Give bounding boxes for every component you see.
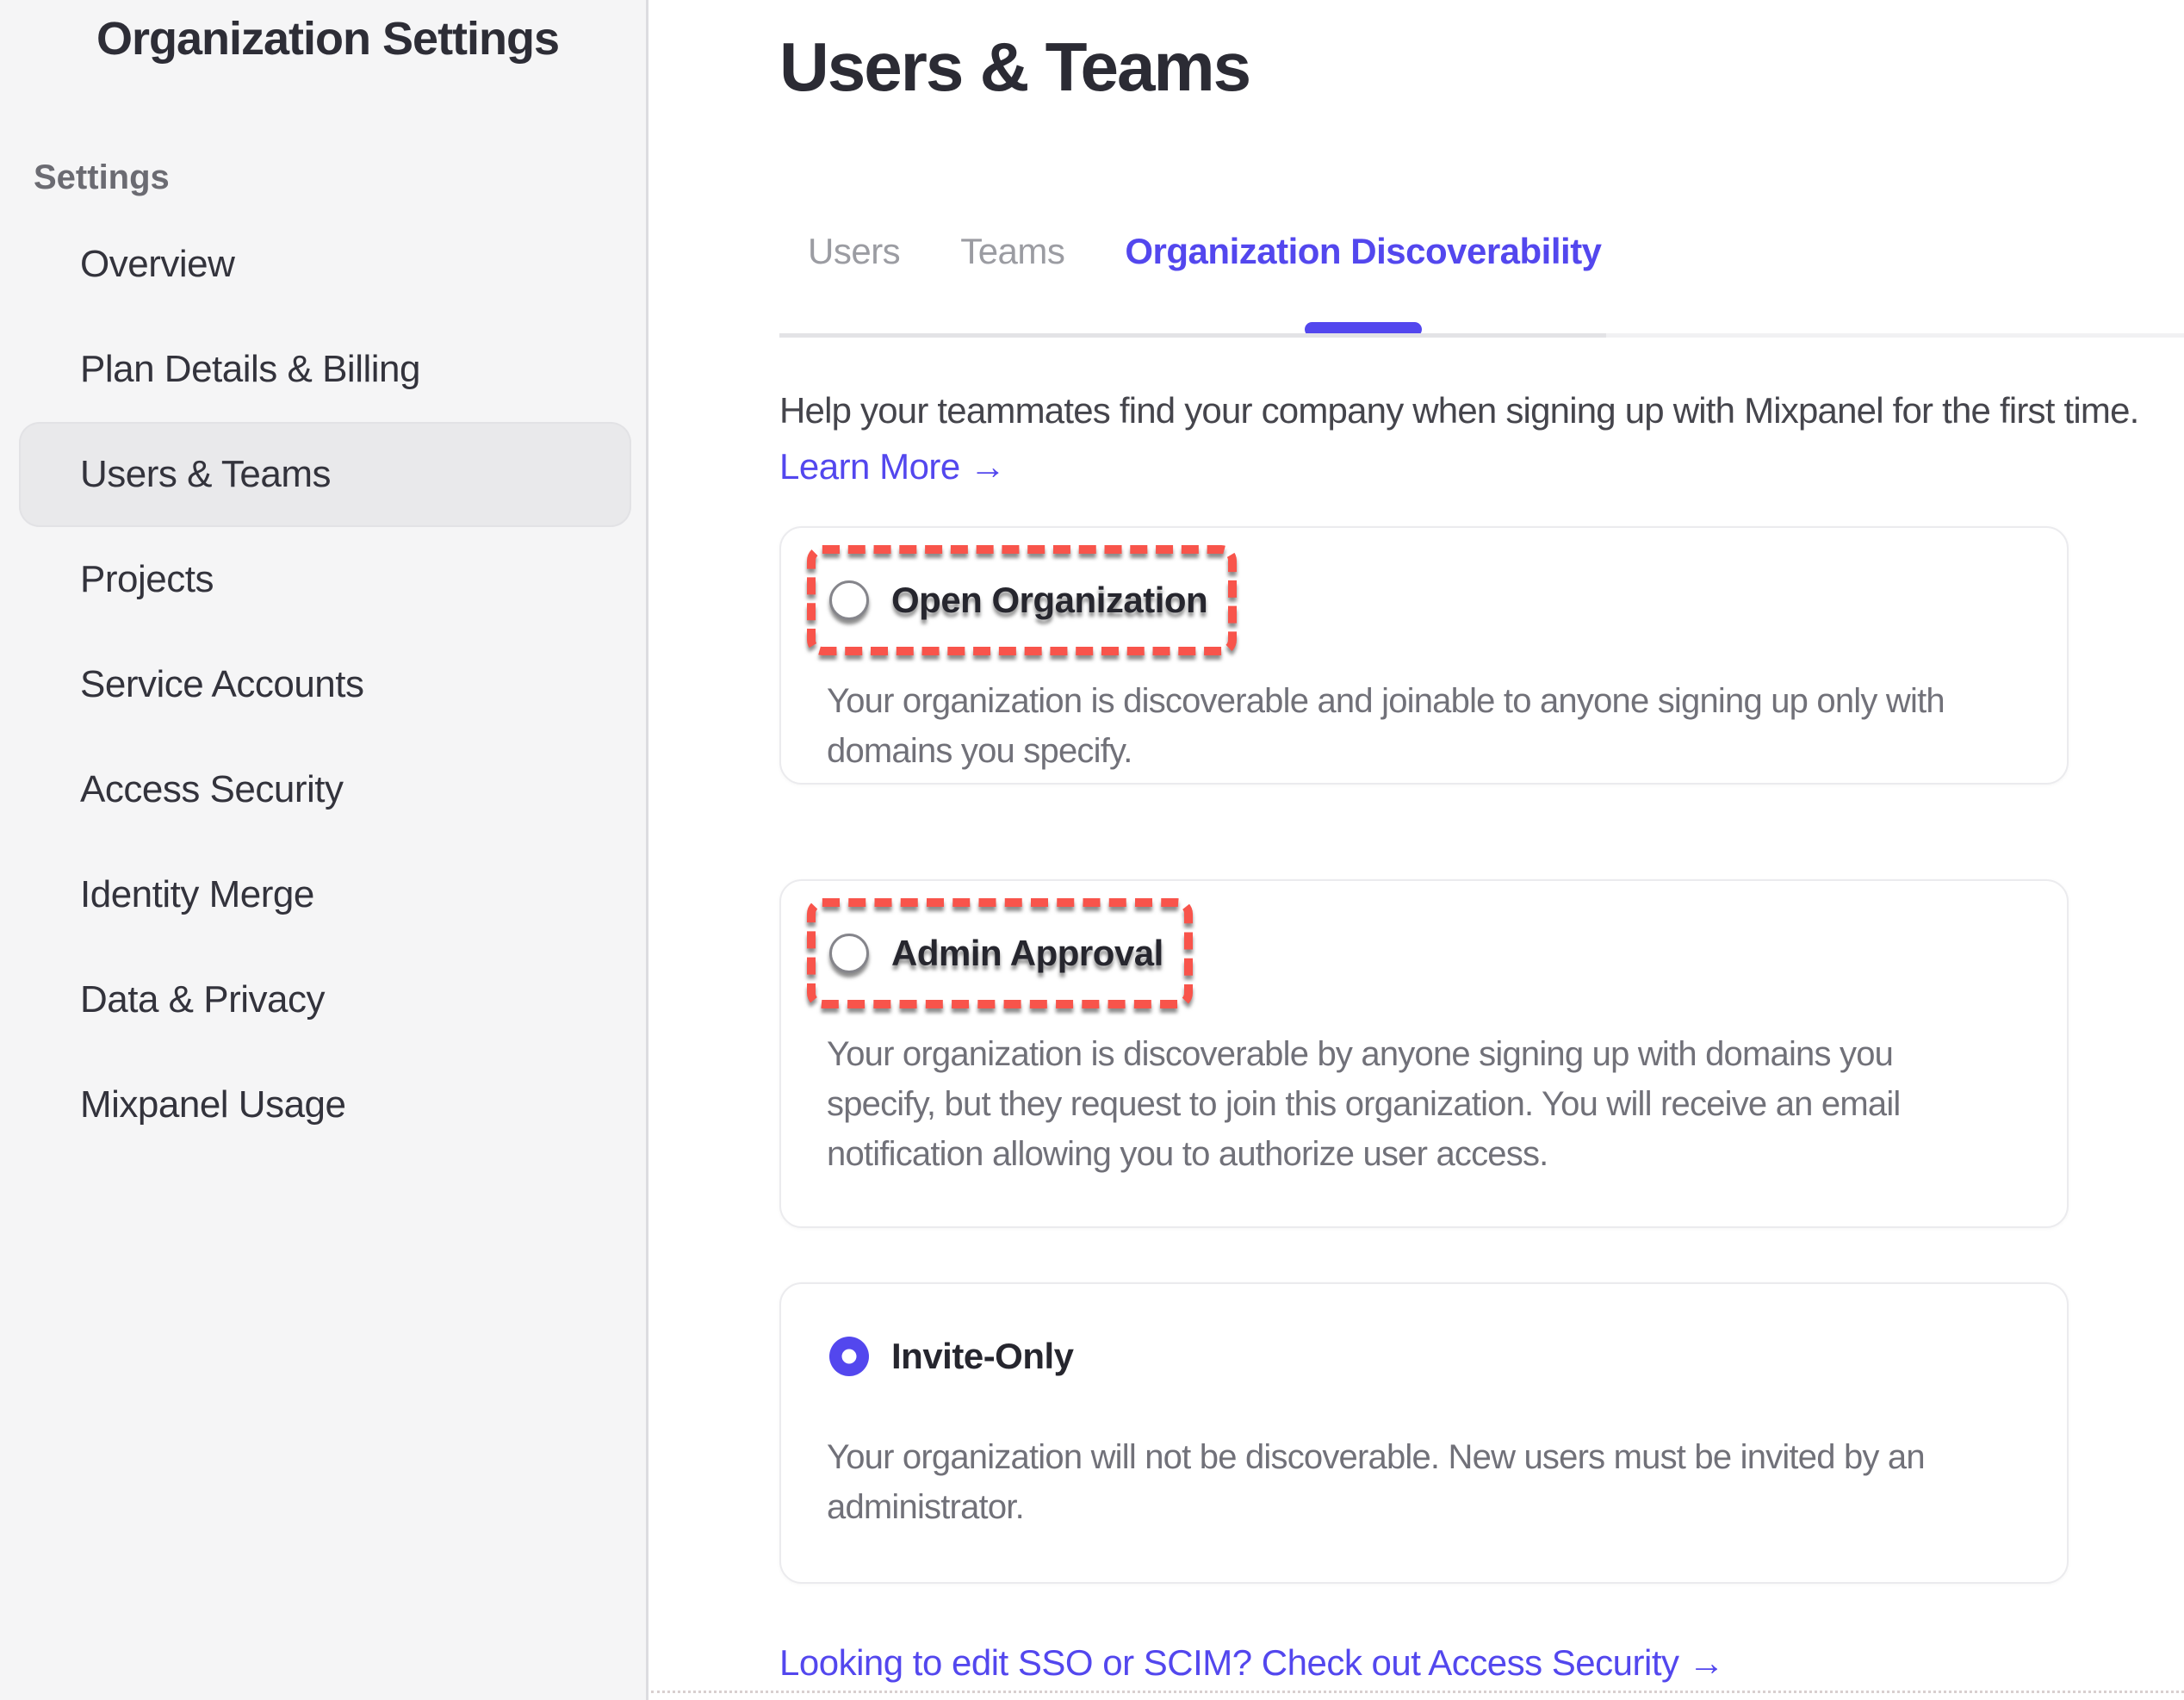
sidebar-item-label: Service Accounts <box>80 663 364 706</box>
tab-organization-discoverability[interactable]: Organization Discoverability <box>1125 227 1601 276</box>
sidebar-title: Organization Settings <box>96 7 559 71</box>
radio-option-open-organization[interactable]: Open Organization <box>807 545 1237 655</box>
tab-users[interactable]: Users <box>808 227 900 276</box>
radio-open-organization-unchecked[interactable] <box>829 580 869 620</box>
page-title: Users & Teams <box>779 26 1250 109</box>
radio-option-label: Admin Approval <box>891 933 1163 974</box>
radio-option-invite-only[interactable]: Invite-Only <box>807 1301 1103 1411</box>
sidebar-item-label: Identity Merge <box>80 873 314 916</box>
tab-teams[interactable]: Teams <box>960 227 1064 276</box>
sidebar-item-data-privacy[interactable]: Data & Privacy <box>19 947 631 1052</box>
sidebar-item-label: Projects <box>80 558 214 601</box>
tab-bar: Users Teams Organization Discoverability <box>808 227 1602 276</box>
sidebar-item-label: Users & Teams <box>80 453 331 496</box>
radio-option-label: Open Organization <box>891 580 1207 621</box>
option-card-invite-only: Invite-Only Your organization will not b… <box>779 1282 2069 1584</box>
sidebar-item-access-security[interactable]: Access Security <box>19 737 631 842</box>
access-security-link[interactable]: Looking to edit SSO or SCIM? Check out A… <box>779 1637 1724 1689</box>
bottom-divider <box>651 1691 2184 1693</box>
intro-text: Help your teammates find your company wh… <box>779 385 2139 437</box>
sidebar-item-plan-details-billing[interactable]: Plan Details & Billing <box>19 317 631 422</box>
option-description: Your organization will not be discoverab… <box>827 1432 2032 1532</box>
discoverability-options: Open Organization Your organization is d… <box>779 526 2069 1584</box>
sidebar-item-service-accounts[interactable]: Service Accounts <box>19 632 631 737</box>
sidebar-item-overview[interactable]: Overview <box>19 212 631 317</box>
sidebar-item-projects[interactable]: Projects <box>19 527 631 632</box>
sidebar-item-label: Mixpanel Usage <box>80 1083 346 1126</box>
option-description: Your organization is discoverable and jo… <box>827 676 2032 776</box>
option-description: Your organization is discoverable by any… <box>827 1029 2032 1179</box>
sidebar-item-label: Overview <box>80 243 234 286</box>
sidebar-item-identity-merge[interactable]: Identity Merge <box>19 842 631 947</box>
radio-admin-approval-unchecked[interactable] <box>829 934 869 973</box>
sidebar-section-label: Settings <box>34 153 170 202</box>
sidebar-nav: Overview Plan Details & Billing Users & … <box>19 212 631 1157</box>
tab-divider-line <box>779 333 1606 338</box>
sidebar-item-label: Access Security <box>80 768 343 811</box>
sidebar-item-mixpanel-usage[interactable]: Mixpanel Usage <box>19 1052 631 1157</box>
sidebar-item-users-teams[interactable]: Users & Teams <box>19 422 631 527</box>
option-card-admin-approval: Admin Approval Your organization is disc… <box>779 879 2069 1228</box>
radio-option-admin-approval[interactable]: Admin Approval <box>807 898 1193 1008</box>
learn-more-link[interactable]: Learn More → <box>779 441 1005 493</box>
sidebar: Organization Settings Settings Overview … <box>0 0 648 1700</box>
radio-invite-only-checked[interactable] <box>829 1337 869 1376</box>
sidebar-item-label: Plan Details & Billing <box>80 348 420 391</box>
radio-option-label: Invite-Only <box>891 1336 1074 1377</box>
sidebar-item-label: Data & Privacy <box>80 978 325 1021</box>
option-card-open-organization: Open Organization Your organization is d… <box>779 526 2069 785</box>
